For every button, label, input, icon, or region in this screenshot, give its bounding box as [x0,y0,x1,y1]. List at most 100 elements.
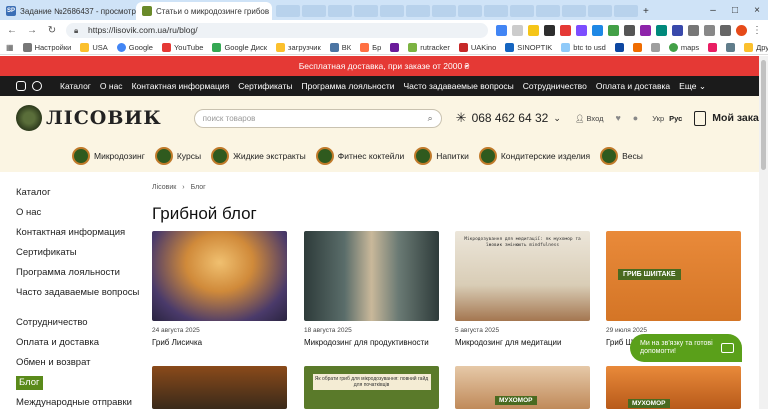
download-icon[interactable] [704,24,715,36]
bookmark-item[interactable] [632,42,642,52]
extension-icon[interactable] [672,24,683,36]
blog-card-image[interactable]: ГРИБ ШИІТАКЕ [606,231,741,321]
tab-mini[interactable] [510,5,534,17]
menu-kebab-icon[interactable]: ⋮ [752,25,762,36]
blog-card-image[interactable] [152,366,287,409]
bookmark-item[interactable] [614,42,624,52]
nav-payment[interactable]: Оплата и доставка [596,81,670,91]
tab-task[interactable]: SP Задание №2686437 - просмотр з × [0,2,136,20]
bookmark-item[interactable]: Бр [360,42,381,52]
blog-card-image[interactable]: МУХОМОР [606,366,741,409]
blog-card-title[interactable]: Микродозинг для продуктивности [304,338,439,347]
minimize-icon[interactable]: – [702,5,724,16]
bookmark-item[interactable] [708,42,718,52]
profile-avatar-icon[interactable] [736,24,747,36]
blog-card-title[interactable]: Гриб Лисичка [152,338,287,347]
blog-card-image[interactable]: Як обрати гриб для мікродозування: повни… [304,366,439,409]
tab-mini[interactable] [406,5,430,17]
nav-loyalty[interactable]: Программа лояльности [301,81,394,91]
sidebar-item-about[interactable]: О нас [16,206,146,226]
category-drinks[interactable]: Напитки [414,147,469,165]
bookmark-item[interactable]: btc to usd [561,42,606,52]
bookmark-item[interactable]: YouTube [161,42,203,52]
telegram-icon[interactable] [32,81,42,91]
blog-card-image[interactable]: Мікродозування для медитації: як мухомор… [455,231,590,321]
bookmark-item[interactable]: Настройки [22,42,71,52]
blog-card-image[interactable]: МУХОМОР [455,366,590,409]
address-bar[interactable]: 🔒︎ https://lisovik.com.ua/ru/blog/ [66,22,488,38]
close-icon[interactable]: × [269,6,272,16]
tab-mini[interactable] [276,5,300,17]
chat-widget[interactable]: Ми на зв'язку та готові допомогти! [630,334,742,362]
search-input[interactable]: поиск товаров ⌕ [193,108,442,128]
extension-icon[interactable] [592,24,603,36]
maximize-icon[interactable]: □ [724,5,746,16]
bookmark-item[interactable] [390,42,400,52]
sidebar-item-payment[interactable]: Оплата и доставка [16,336,146,356]
reload-icon[interactable]: ↻ [46,25,58,36]
tab-mini[interactable] [354,5,378,17]
extension-icon[interactable] [640,24,651,36]
sidebar-item-returns[interactable]: Обмен и возврат [16,356,146,376]
tab-mini[interactable] [536,5,560,17]
sidebar-item-catalog[interactable]: Каталог [16,186,146,206]
new-tab-icon[interactable]: + [643,6,649,17]
sidebar-item-cooperation[interactable]: Сотрудничество [16,316,146,336]
sidebar-item-loyalty[interactable]: Программа лояльности [16,266,146,286]
bookmark-item[interactable]: Google [116,42,153,52]
extension-icon[interactable] [576,24,587,36]
category-fitness[interactable]: Фитнес коктейли [315,147,404,165]
bookmark-item[interactable]: maps [668,42,699,52]
category-microdosing[interactable]: Микродозинг [72,147,145,165]
search-icon[interactable]: ⌕ [428,113,433,124]
phone[interactable]: ✳ 068 462 64 32 ⌄ [456,110,561,126]
sidebar-item-faq[interactable]: Часто задаваемые вопросы [16,286,146,316]
other-bookmarks[interactable]: Другие закладки [744,42,768,52]
blog-card[interactable]: Мікродозування для медитації: як мухомор… [455,231,590,347]
sidebar-item-certificates[interactable]: Сертификаты [16,246,146,266]
sidebar-item-blog-active[interactable]: Блог [16,376,43,390]
bookmark-item[interactable]: Google Диск [212,42,267,52]
sidebar-item-contacts[interactable]: Контактная информация [16,226,146,246]
bookmark-item[interactable]: UAKino [458,42,496,52]
tab-mini[interactable] [380,5,404,17]
compare-icon[interactable]: ● [633,113,638,123]
extension-icon[interactable] [624,24,635,36]
extension-icon[interactable] [656,24,667,36]
puzzle-icon[interactable] [688,24,699,36]
nav-catalog[interactable]: Каталог [60,81,91,91]
nav-cooperation[interactable]: Сотрудничество [523,81,587,91]
bookmark-item[interactable] [650,42,660,52]
logo[interactable]: ЛІСОВИК [16,105,162,131]
blog-card-title[interactable]: Микродозинг для медитации [455,338,590,347]
tab-mini[interactable] [458,5,482,17]
breadcrumb-home[interactable]: Лісовик [152,184,176,191]
nav-more[interactable]: Еще ⌄ [679,81,706,92]
category-confectionery[interactable]: Кондитерские изделия [478,147,590,165]
tab-mini[interactable] [328,5,352,17]
login-link[interactable]: 👤︎ Вход [575,114,604,123]
star-icon[interactable] [528,24,539,36]
scrollbar-thumb[interactable] [761,60,766,170]
blog-card[interactable]: 18 августа 2025 Микродозинг для продукти… [304,231,439,347]
tab-mini[interactable] [432,5,456,17]
bookmark-item[interactable] [726,42,736,52]
close-window-icon[interactable]: × [746,5,768,16]
google-icon[interactable] [496,24,507,36]
sidebar-item-international[interactable]: Международные отправки [16,396,146,409]
bookmark-item[interactable]: ВК [329,42,351,52]
extension-icon[interactable] [544,24,555,36]
blog-card-image[interactable] [304,231,439,321]
cart-button[interactable]: Мой заказ [694,110,764,126]
bookmark-item[interactable]: SINOPTIK [505,42,552,52]
category-scales[interactable]: Весы [600,147,643,165]
tab-mini[interactable] [614,5,638,17]
back-icon[interactable]: ← [6,25,18,36]
extension-icon[interactable] [560,24,571,36]
blog-card[interactable]: 24 августа 2025 Гриб Лисичка [152,231,287,347]
lang-ru[interactable]: Рус [669,114,682,123]
tab-blog-active[interactable]: Статьи о микродозинге грибов × [136,2,272,20]
lang-ua[interactable]: Укр [652,114,664,123]
heart-icon[interactable]: ♥ [615,113,620,123]
forward-icon[interactable]: → [26,25,38,36]
